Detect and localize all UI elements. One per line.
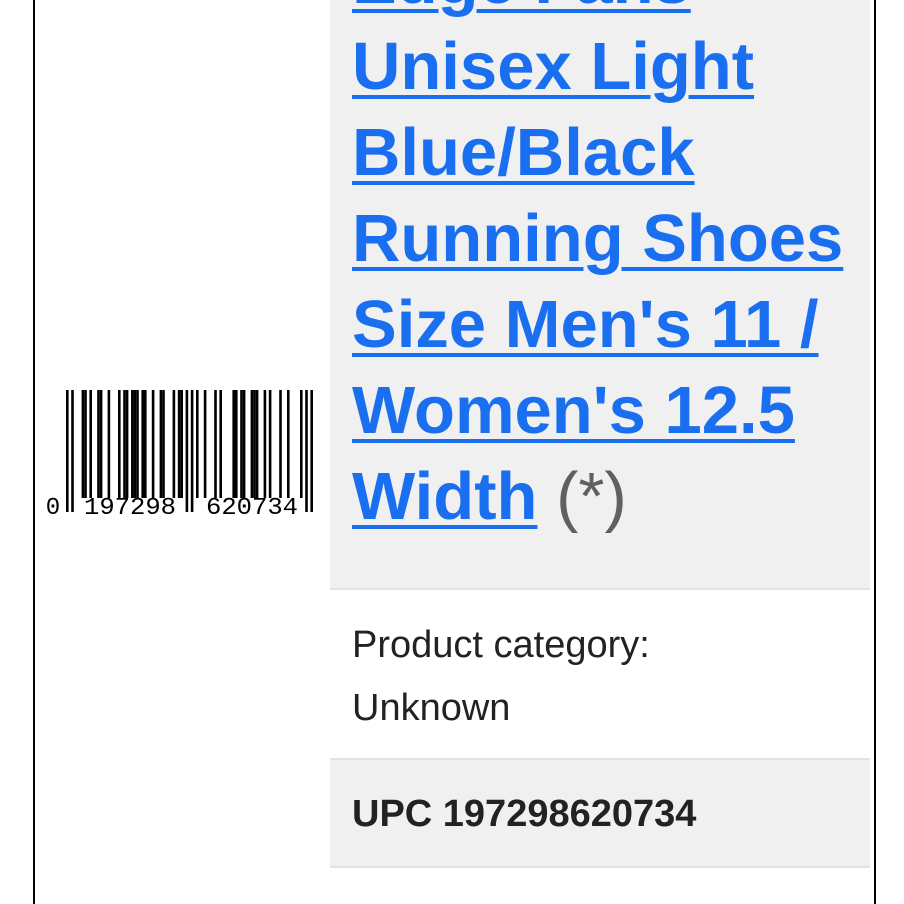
barcode-bar — [268, 390, 272, 498]
barcode-bar — [136, 390, 139, 498]
title-line-2: Blue/Black — [352, 115, 695, 190]
barcode-bar — [144, 390, 147, 498]
barcode-bar — [279, 390, 282, 498]
barcode-bar — [141, 390, 144, 498]
product-title: Edge Fans Unisex Light Blue/Black Runnin… — [352, 0, 852, 540]
barcode-bar — [287, 390, 290, 498]
upc-barcode-image: 0 197298 620734 — [46, 390, 313, 520]
barcode-bar — [151, 390, 155, 498]
upc-label: UPC 197298620734 — [352, 793, 697, 835]
title-marker: (*) — [556, 459, 627, 534]
barcode-bar — [81, 390, 85, 498]
barcode-bar — [253, 390, 256, 498]
barcode-bar — [125, 390, 129, 498]
barcode-bar — [97, 390, 100, 498]
title-line-1: Unisex Light — [352, 29, 755, 104]
barcode-bar — [180, 390, 183, 498]
product-title-cell: Edge Fans Unisex Light Blue/Black Runnin… — [330, 0, 870, 590]
upc-cell: UPC 197298620734 — [330, 760, 870, 868]
barcode-bar — [71, 390, 74, 512]
barcode-bar — [242, 390, 246, 498]
barcode-bar — [84, 390, 87, 498]
barcode-bar — [107, 390, 111, 498]
barcode-bar — [203, 390, 207, 498]
title-line-6: Width — [352, 459, 538, 534]
barcode-bar — [305, 390, 308, 512]
barcode-bar — [133, 390, 137, 498]
barcode-bar — [214, 390, 217, 498]
category-text: Product category: Unknown — [352, 614, 852, 740]
title-line-3: Running Shoes — [352, 201, 844, 276]
barcode-digits-left: 197298 — [84, 495, 176, 520]
category-label: Product category: — [352, 624, 650, 666]
title-line-4: Size Men's 11 / — [352, 287, 819, 362]
barcode-bar — [263, 390, 267, 498]
category-cell: Product category: Unknown — [330, 590, 870, 760]
barcode-bar — [185, 390, 189, 512]
barcode-bar — [310, 390, 313, 512]
barcode-bar — [190, 390, 194, 512]
page: 0 197298 620734 Edge Fans Unisex Light B… — [0, 0, 904, 904]
barcode-bar — [232, 390, 235, 498]
barcode-bar — [99, 390, 103, 498]
barcode-bar — [219, 390, 222, 498]
barcode-bar — [300, 390, 303, 498]
barcode-bar — [118, 390, 121, 498]
barcode-bar — [162, 390, 165, 498]
barcode-bar — [89, 390, 92, 498]
barcode-bar — [255, 390, 259, 498]
category-value: Unknown — [352, 687, 511, 729]
barcode-digits-right: 620734 — [206, 495, 298, 520]
barcode-bar — [159, 390, 163, 498]
title-line-5: Women's 12.5 — [352, 373, 795, 448]
barcode-bar — [131, 390, 134, 498]
barcode-bar — [235, 390, 238, 498]
product-title-link[interactable]: Edge Fans Unisex Light Blue/Black Runnin… — [352, 0, 843, 534]
title-line-partial: Edge Fans — [352, 0, 691, 18]
barcode-bar — [250, 390, 254, 498]
barcode-bar — [177, 390, 181, 498]
barcode-bar — [66, 390, 69, 512]
barcode-digit-lead: 0 — [46, 495, 60, 520]
barcode-bars — [66, 390, 313, 512]
barcode-bar — [172, 390, 176, 498]
barcode-bar — [196, 390, 199, 498]
barcode-bar — [123, 390, 126, 498]
barcode-bar — [240, 390, 243, 498]
